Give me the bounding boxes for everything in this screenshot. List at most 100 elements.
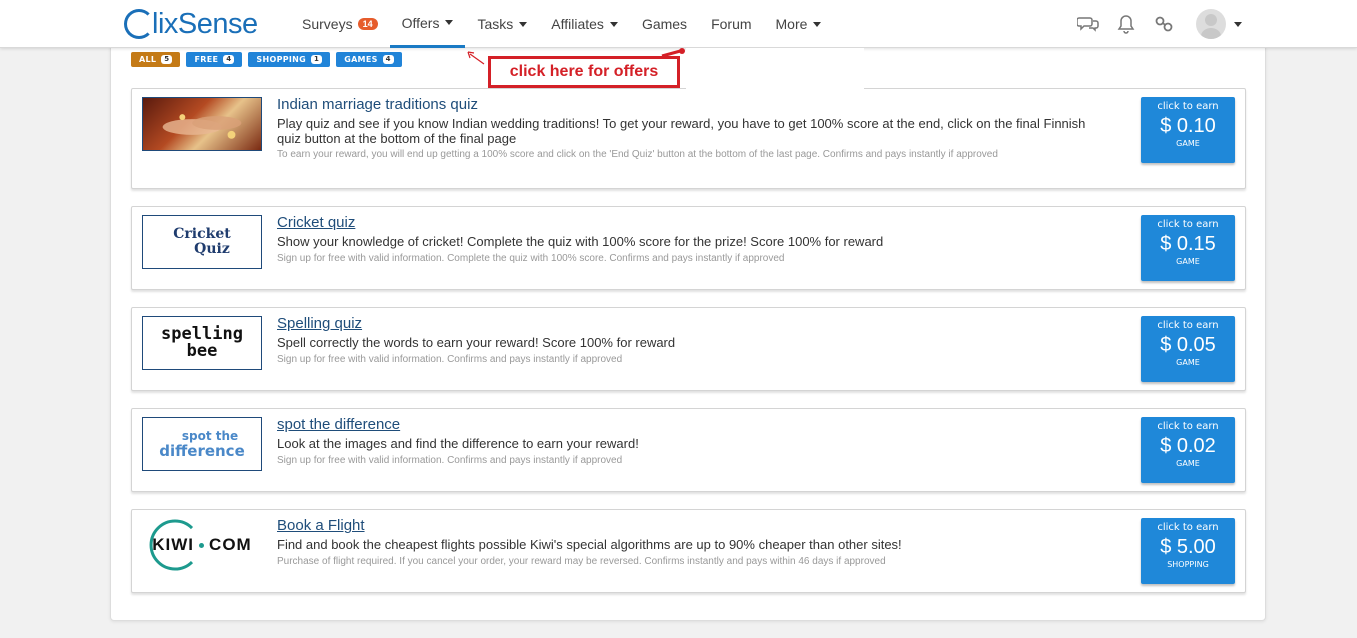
offer-description: Look at the images and find the differen… (277, 436, 639, 451)
offer-title[interactable]: Spelling quiz (277, 315, 1110, 333)
offer-requirements: Sign up for free with valid information.… (277, 354, 623, 365)
offer-requirements: Purchase of flight required. If you canc… (277, 556, 886, 567)
offer-description: Spell correctly the words to earn your r… (277, 335, 676, 350)
chevron-down-icon (519, 21, 528, 27)
thumb-text: difference (159, 441, 245, 460)
earn-label: click to earn (1157, 421, 1219, 432)
filter-label: SHOPPING (256, 55, 307, 64)
offer-title[interactable]: Cricket quiz (277, 214, 1110, 232)
offer-info: Spelling quiz Spell correctly the words … (277, 315, 1110, 367)
nav-right-icons (1076, 0, 1242, 48)
avatar (1196, 9, 1226, 39)
chat-icon[interactable] (1076, 12, 1100, 36)
earn-amount: $ 0.10 (1160, 115, 1216, 137)
kiwi-dot-icon (199, 542, 205, 548)
thumb-text: KIWI (152, 535, 195, 554)
offer-title[interactable]: spot the difference (277, 416, 1110, 434)
nav-tasks-label: Tasks (477, 16, 514, 32)
filter-all[interactable]: ALL 5 (131, 52, 181, 67)
nav-more[interactable]: More (764, 0, 834, 48)
thumb-text: COM (209, 535, 252, 554)
offer-filters: ALL 5 FREE 4 SHOPPING 1 GAMES 4 (131, 52, 408, 67)
logo-c-icon (124, 9, 154, 39)
offer-card[interactable]: Cricket Quiz Cricket quiz Show your know… (131, 206, 1246, 290)
earn-button[interactable]: click to earn $ 5.00 SHOPPING (1141, 518, 1235, 584)
offer-card[interactable]: KIWI COM Book a Flight Find and book the… (131, 509, 1246, 593)
chevron-down-icon (1234, 21, 1242, 27)
nav-tasks[interactable]: Tasks (465, 0, 539, 48)
offer-type: GAME (1176, 257, 1200, 266)
filter-free[interactable]: FREE 4 (186, 52, 243, 67)
offer-type: GAME (1176, 459, 1200, 468)
offer-card[interactable]: spot the difference spot the difference … (131, 408, 1246, 492)
offer-description: Show your knowledge of cricket! Complete… (277, 234, 884, 249)
earn-amount: $ 5.00 (1160, 536, 1216, 558)
nav-more-label: More (775, 16, 808, 32)
annotation-background (686, 48, 864, 90)
thumb-text: Cricket (173, 226, 231, 242)
filter-games[interactable]: GAMES 4 (336, 52, 402, 67)
thumb-text: bee (186, 341, 218, 361)
annotation-arrow-icon (467, 48, 685, 65)
chevron-down-icon (609, 21, 618, 27)
filter-count: 1 (311, 55, 323, 64)
filter-label: ALL (139, 55, 157, 64)
earn-button[interactable]: click to earn $ 0.15 GAME (1141, 215, 1235, 281)
offer-card[interactable]: spelling bee Spelling quiz Spell correct… (131, 307, 1246, 391)
chevron-down-icon (813, 21, 822, 27)
offer-type: GAME (1176, 139, 1200, 148)
filter-count: 4 (382, 55, 394, 64)
earn-amount: $ 0.05 (1160, 334, 1216, 356)
nav-surveys-label: Surveys (302, 16, 353, 32)
filter-count: 5 (161, 55, 173, 64)
offer-title[interactable]: Indian marriage traditions quiz (277, 96, 1110, 114)
nav-affiliates-label: Affiliates (551, 16, 604, 32)
earn-label: click to earn (1157, 522, 1219, 533)
thumb-text: spot the (181, 428, 239, 443)
offer-requirements: To earn your reward, you will end up get… (277, 149, 998, 160)
nav-surveys[interactable]: Surveys 14 (290, 0, 390, 48)
nav-offers[interactable]: Offers (389, 0, 466, 48)
clixsense-logo[interactable]: lixSense (124, 6, 258, 42)
logo-text: lixSense (152, 7, 258, 40)
filter-label: GAMES (344, 55, 378, 64)
offer-info: spot the difference Look at the images a… (277, 416, 1110, 468)
link-icon[interactable] (1152, 12, 1176, 36)
offer-info: Indian marriage traditions quiz Play qui… (277, 96, 1110, 162)
main-nav: Surveys 14 Offers Tasks Affiliates Games… (290, 0, 833, 48)
filter-shopping[interactable]: SHOPPING 1 (248, 52, 331, 67)
offer-thumbnail: Cricket Quiz (142, 215, 262, 269)
nav-forum[interactable]: Forum (699, 0, 763, 48)
offer-description: Find and book the cheapest flights possi… (277, 537, 902, 552)
offer-info: Book a Flight Find and book the cheapest… (277, 517, 1110, 569)
earn-amount: $ 0.15 (1160, 233, 1216, 255)
filter-count: 4 (223, 55, 235, 64)
offer-thumbnail: spot the difference (142, 417, 262, 471)
earn-label: click to earn (1157, 320, 1219, 331)
offer-requirements: Sign up for free with valid information.… (277, 455, 623, 466)
top-navbar: lixSense Surveys 14 Offers Tasks Affilia… (0, 0, 1357, 48)
offer-title[interactable]: Book a Flight (277, 517, 1110, 535)
earn-label: click to earn (1157, 101, 1219, 112)
offer-thumbnail: spelling bee (142, 316, 262, 370)
earn-label: click to earn (1157, 219, 1219, 230)
nav-offers-label: Offers (401, 14, 440, 31)
offer-thumbnail: KIWI COM (142, 516, 262, 574)
nav-affiliates[interactable]: Affiliates (539, 0, 630, 48)
thumb-text: Quiz (194, 241, 230, 257)
nav-games[interactable]: Games (630, 0, 699, 48)
chevron-down-icon (445, 20, 454, 25)
earn-button[interactable]: click to earn $ 0.05 GAME (1141, 316, 1235, 382)
surveys-count-badge: 14 (357, 18, 378, 30)
nav-forum-label: Forum (711, 16, 752, 32)
offer-type: SHOPPING (1167, 560, 1209, 569)
offer-description: Play quiz and see if you know Indian wed… (277, 116, 1086, 146)
offer-info: Cricket quiz Show your knowledge of cric… (277, 214, 1110, 266)
earn-amount: $ 0.02 (1160, 435, 1216, 457)
offer-thumbnail (142, 97, 262, 151)
earn-button[interactable]: click to earn $ 0.02 GAME (1141, 417, 1235, 483)
offer-card[interactable]: Indian marriage traditions quiz Play qui… (131, 88, 1246, 189)
user-menu[interactable] (1196, 9, 1242, 39)
earn-button[interactable]: click to earn $ 0.10 GAME (1141, 97, 1235, 163)
bell-icon[interactable] (1114, 12, 1138, 36)
